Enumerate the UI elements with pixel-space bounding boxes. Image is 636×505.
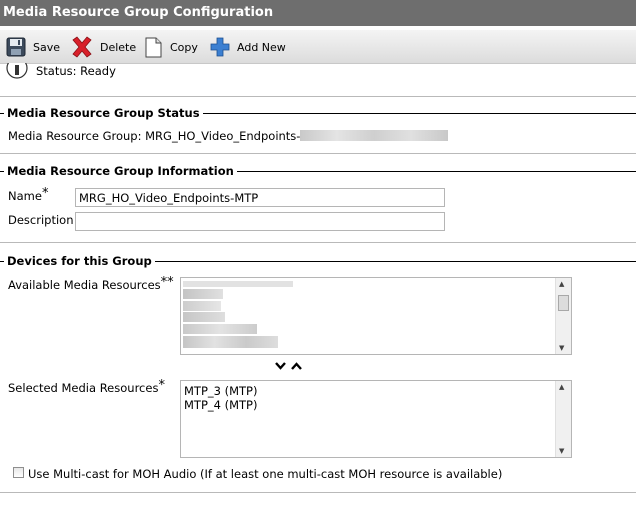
redacted-item: [183, 301, 221, 311]
save-button[interactable]: Save: [5, 34, 60, 60]
selected-resources-label: Selected Media Resources*: [8, 378, 165, 395]
save-label: Save: [33, 40, 61, 54]
available-list-scrollbar[interactable]: ▲ ▼: [555, 278, 571, 354]
move-up-arrow-icon[interactable]: [291, 362, 302, 371]
redacted-item: [183, 289, 223, 299]
redacted-item: [183, 312, 225, 322]
available-resources-label: Available Media Resources**: [8, 275, 174, 292]
status-section-title: Media Resource Group Status: [4, 106, 203, 120]
copy-button[interactable]: Copy: [144, 34, 198, 60]
divider: [0, 492, 636, 493]
redacted-item: [183, 324, 257, 334]
delete-button[interactable]: Delete: [70, 34, 136, 60]
name-label: Name*: [8, 186, 49, 203]
redacted-item: [183, 281, 293, 287]
status-line: Status: Ready: [6, 63, 116, 79]
required-marker: *: [41, 186, 49, 201]
divider: [0, 96, 636, 97]
description-label: Description: [8, 213, 74, 227]
info-section-title: Media Resource Group Information: [4, 164, 237, 178]
page-title-bar: Media Resource Group Configuration: [0, 0, 636, 26]
selected-resources-list[interactable]: MTP_3 (MTP) MTP_4 (MTP) ▲ ▼: [180, 380, 572, 458]
redacted-item: [183, 336, 278, 348]
name-field[interactable]: [75, 188, 445, 207]
toolbar: Save Delete Copy Add New: [0, 30, 636, 64]
add-new-button[interactable]: Add New: [209, 34, 286, 60]
available-resources-list[interactable]: ▲ ▼: [180, 277, 572, 355]
delete-label: Delete: [100, 40, 137, 54]
add-new-label: Add New: [237, 40, 286, 54]
save-icon: [6, 37, 26, 57]
scroll-down-arrow-icon[interactable]: ▼: [559, 344, 564, 352]
devices-section-title: Devices for this Group: [4, 254, 155, 268]
description-field[interactable]: [75, 212, 445, 231]
scroll-down-arrow-icon[interactable]: ▼: [559, 447, 564, 455]
scroll-thumb[interactable]: [558, 295, 569, 311]
delete-icon: [72, 36, 92, 58]
scroll-up-arrow-icon[interactable]: ▲: [559, 383, 564, 391]
move-down-arrow-icon[interactable]: [275, 362, 286, 371]
selected-list-scrollbar[interactable]: ▲ ▼: [555, 381, 571, 457]
add-icon: [210, 37, 230, 57]
page-title: Media Resource Group Configuration: [3, 5, 274, 20]
group-status-text: Media Resource Group: MRG_HO_Video_Endpo…: [8, 129, 325, 143]
redacted-text: [300, 130, 448, 141]
status-text: Status: Ready: [36, 64, 116, 78]
scroll-up-arrow-icon[interactable]: ▲: [559, 280, 564, 288]
status-section: Media Resource Group Status: [0, 106, 636, 120]
copy-label: Copy: [170, 40, 198, 54]
multicast-checkbox[interactable]: [13, 467, 24, 478]
copy-icon: [145, 37, 162, 58]
info-section: Media Resource Group Information: [0, 164, 636, 178]
info-icon: [6, 63, 28, 79]
divider: [0, 242, 636, 243]
devices-section: Devices for this Group: [0, 254, 636, 268]
multicast-label: Use Multi-cast for MOH Audio (If at leas…: [28, 467, 503, 481]
list-item[interactable]: MTP_4 (MTP): [184, 398, 257, 412]
list-item[interactable]: MTP_3 (MTP): [184, 384, 257, 398]
divider: [0, 153, 636, 154]
